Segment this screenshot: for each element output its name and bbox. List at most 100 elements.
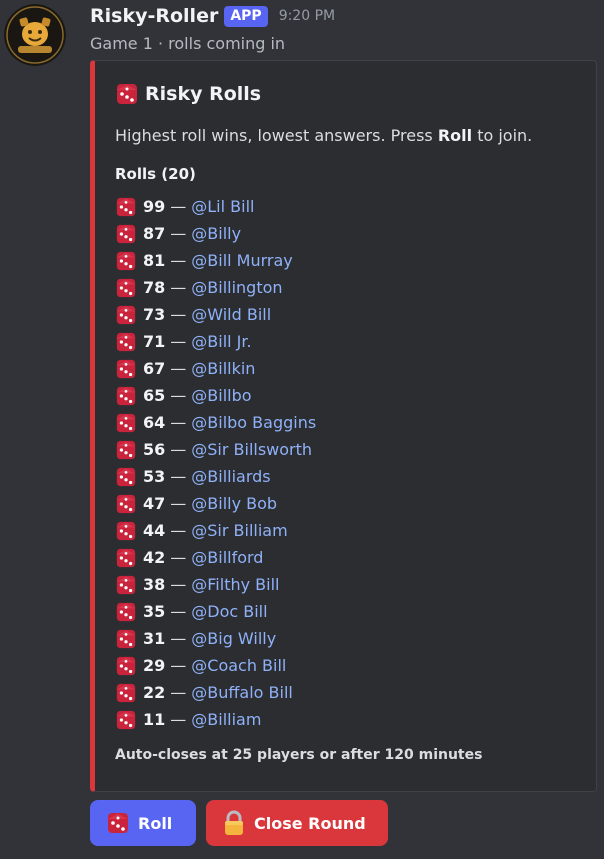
dice-icon [116,683,136,702]
user-mention[interactable]: @Big Willy [191,629,276,648]
timestamp: 9:20 PM [278,8,336,24]
roll-separator: — [170,683,187,702]
dice-icon [116,413,136,432]
roll-separator: — [170,359,187,378]
dice-icon [116,197,136,216]
roll-entry: 87— @Billy [115,220,316,247]
roll-entry: 71— @Bill Jr. [115,328,316,355]
roll-separator: — [170,278,187,297]
roll-separator: — [170,602,187,621]
dice-icon [108,813,128,833]
embed-description: Highest roll wins, lowest answers. Press… [115,126,532,145]
roll-separator: — [170,629,187,648]
roll-separator: — [170,656,187,675]
roll-separator: — [170,305,187,324]
rolls-list: 99— @Lil Bill 87— @Billy 81— @Bill Murray 78— @… [115,193,316,733]
user-mention[interactable]: @Sir Billsworth [191,440,312,459]
dice-icon [116,629,136,648]
roll-value: 31 [143,629,166,648]
description-bold: Roll [437,126,473,145]
roll-value: 29 [143,656,166,675]
user-mention[interactable]: @Billford [191,548,263,567]
dice-icon [116,332,136,351]
embed-title: Risky Rolls [115,82,261,106]
roll-value: 53 [143,467,166,486]
roll-entry: 56— @Sir Billsworth [115,436,316,463]
user-mention[interactable]: @Filthy Bill [191,575,279,594]
roll-entry: 64— @Bilbo Baggins [115,409,316,436]
roll-value: 78 [143,278,166,297]
roll-separator: — [170,575,187,594]
user-mention[interactable]: @Doc Bill [191,602,267,621]
user-mention[interactable]: @Billbo [191,386,251,405]
roll-separator: — [170,710,187,729]
roll-value: 38 [143,575,166,594]
roll-entry: 22— @Buffalo Bill [115,679,316,706]
roll-entry: 29— @Coach Bill [115,652,316,679]
roll-separator: — [170,440,187,459]
dice-icon [116,305,136,324]
dice-icon [116,656,136,675]
roll-value: 64 [143,413,166,432]
dice-icon [116,359,136,378]
app-badge: APP [224,5,268,27]
roll-entry: 47— @Billy Bob [115,490,316,517]
roll-value: 11 [143,710,166,729]
user-mention[interactable]: @Sir Billiam [191,521,287,540]
dice-icon [116,251,136,270]
dice-icon [116,521,136,540]
roll-separator: — [170,521,187,540]
roll-separator: — [170,386,187,405]
roll-value: 81 [143,251,166,270]
description-text: Highest roll wins, lowest answers. Press [115,126,438,145]
roll-button[interactable]: Roll [90,800,196,846]
roll-entry: 81— @Bill Murray [115,247,316,274]
roll-value: 44 [143,521,166,540]
lock-icon [225,810,243,835]
user-mention[interactable]: @Buffalo Bill [191,683,293,702]
roll-separator: — [170,494,187,513]
dice-icon [116,440,136,459]
roll-value: 73 [143,305,166,324]
roll-value: 65 [143,386,166,405]
dice-icon [116,467,136,486]
message-header: Risky-Roller APP 9:20 PM [90,2,335,30]
roll-button-label: Roll [138,813,173,833]
roll-entry: 11— @Billiam [115,706,316,733]
close-round-button-label: Close Round [254,813,366,833]
roll-value: 87 [143,224,166,243]
roll-value: 99 [143,197,166,216]
user-mention[interactable]: @Billiam [191,710,261,729]
user-mention[interactable]: @Billy [191,224,241,243]
roll-separator: — [170,251,187,270]
dice-icon [116,224,136,243]
user-mention[interactable]: @Bill Jr. [191,332,251,351]
roll-entry: 99— @Lil Bill [115,193,316,220]
dice-icon [117,84,137,104]
user-mention[interactable]: @Wild Bill [191,305,271,324]
dice-icon [116,494,136,513]
roll-value: 22 [143,683,166,702]
user-mention[interactable]: @Billkin [191,359,255,378]
roll-entry: 35— @Doc Bill [115,598,316,625]
roll-entry: 73— @Wild Bill [115,301,316,328]
user-mention[interactable]: @Bill Murray [191,251,293,270]
user-mention[interactable]: @Billy Bob [191,494,277,513]
user-mention[interactable]: @Coach Bill [191,656,286,675]
roll-value: 56 [143,440,166,459]
dice-icon [116,575,136,594]
roll-separator: — [170,467,187,486]
roll-entry: 78— @Billington [115,274,316,301]
user-mention[interactable]: @Billiards [191,467,270,486]
close-round-button[interactable]: Close Round [206,800,388,846]
roll-value: 42 [143,548,166,567]
message-subtitle: Game 1 · rolls coming in [90,34,286,53]
username[interactable]: Risky-Roller [90,5,218,27]
roll-entry: 38— @Filthy Bill [115,571,316,598]
user-mention[interactable]: @Bilbo Baggins [191,413,316,432]
dice-icon [116,710,136,729]
avatar[interactable] [4,4,66,66]
user-mention[interactable]: @Lil Bill [191,197,254,216]
roll-entry: 53— @Billiards [115,463,316,490]
user-mention[interactable]: @Billington [191,278,282,297]
